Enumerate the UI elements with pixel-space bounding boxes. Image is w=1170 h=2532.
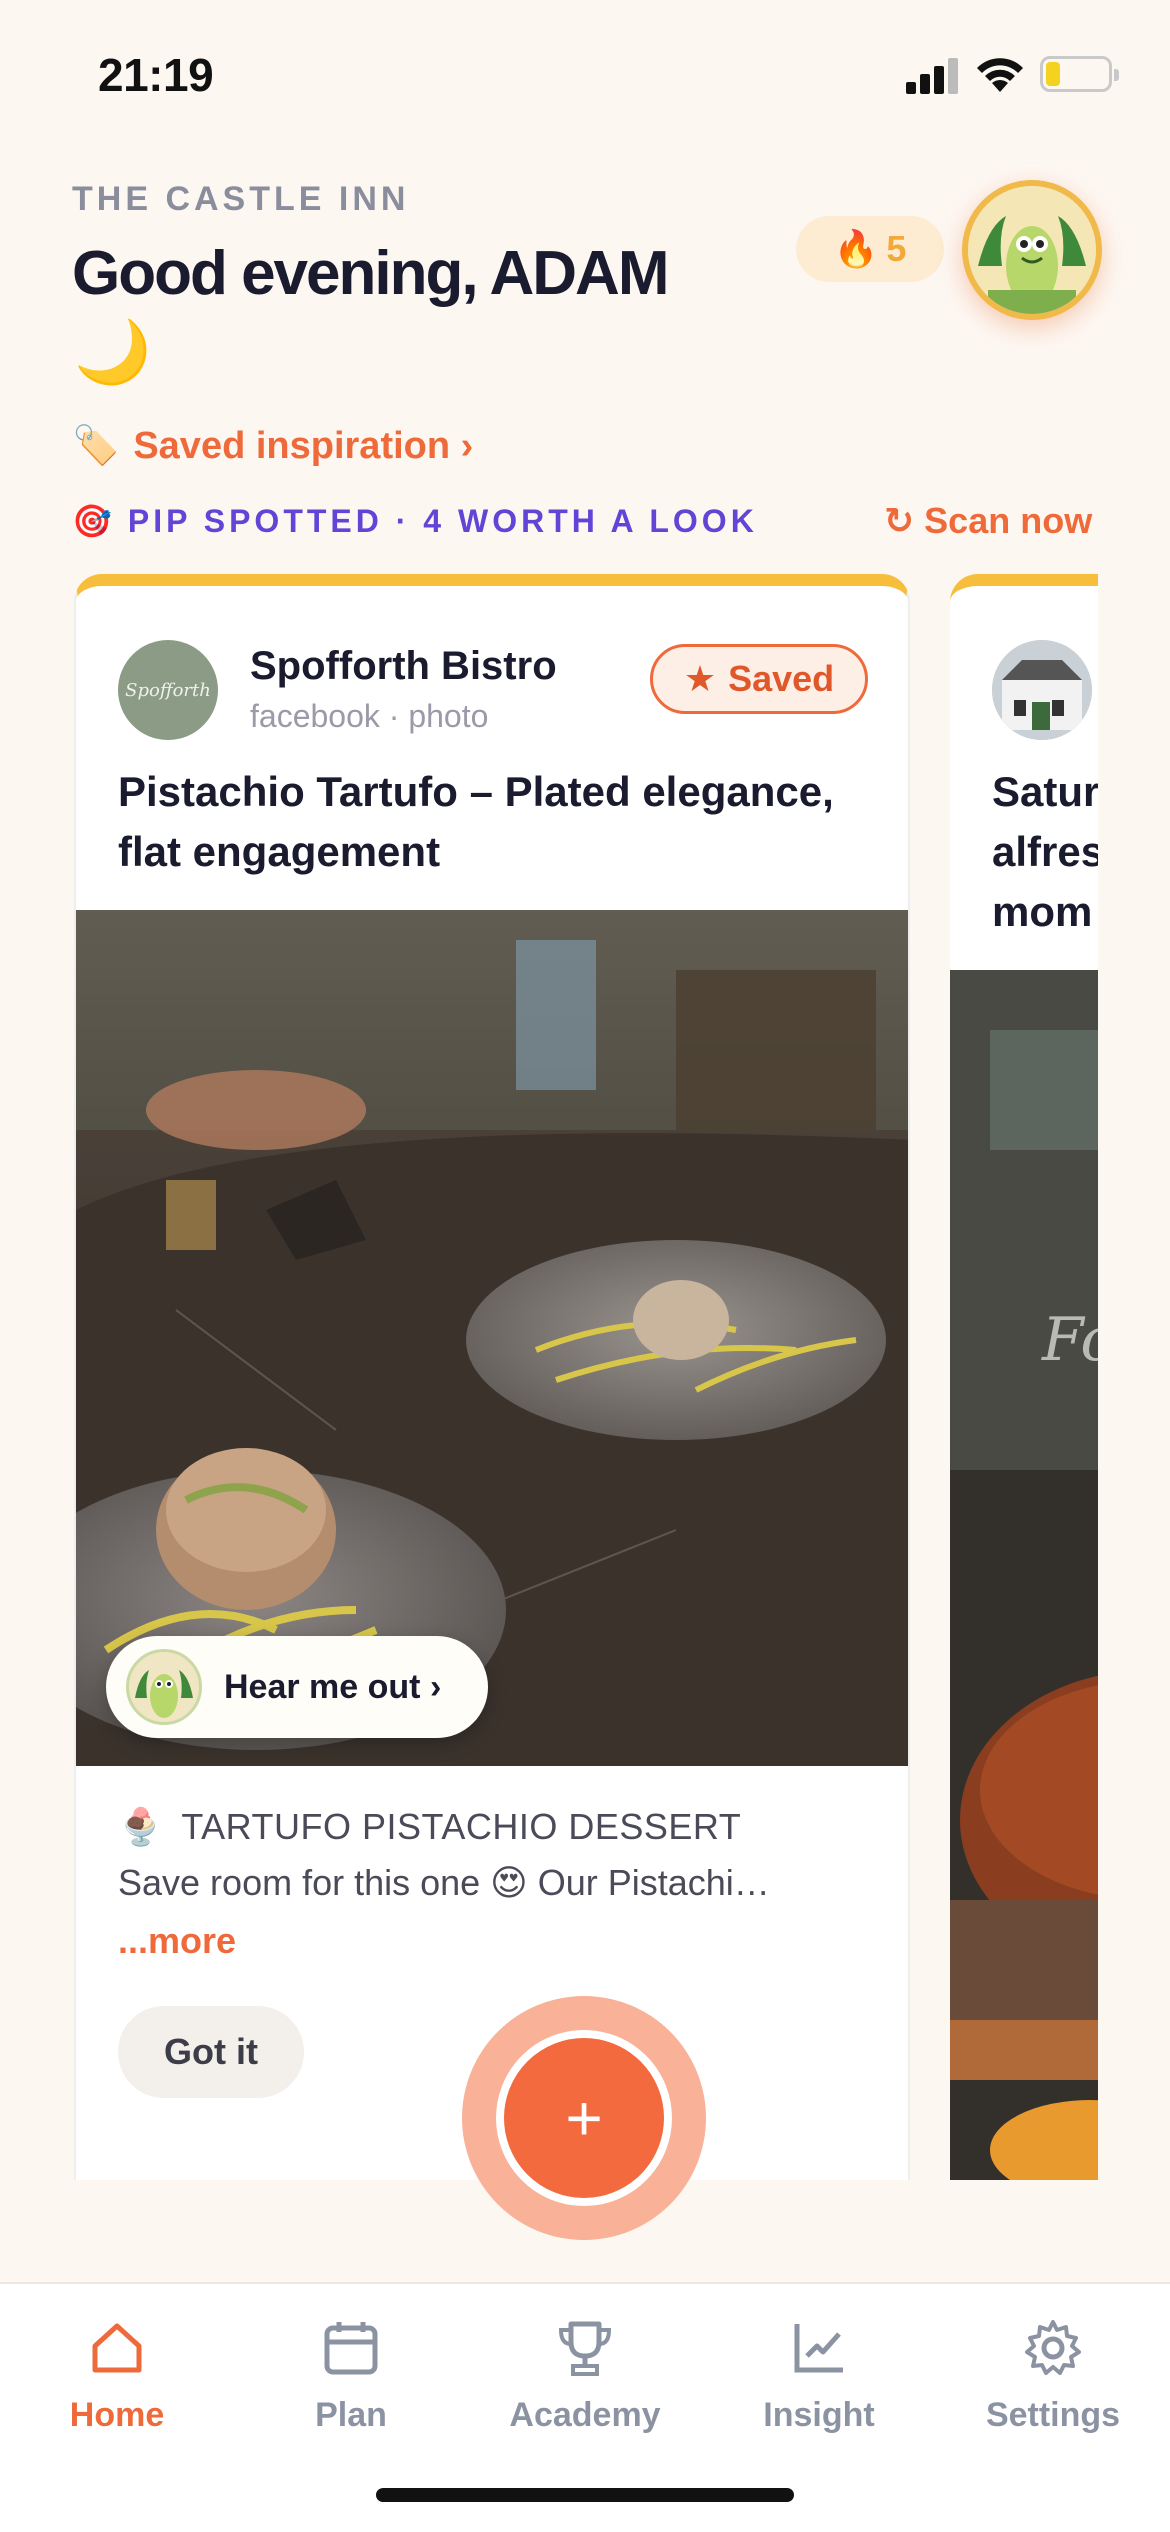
add-button[interactable]: + xyxy=(496,2030,672,2206)
signal-icon xyxy=(906,58,958,94)
tab-settings-label: Settings xyxy=(985,2396,1121,2434)
pip-spotted-heading: 🎯 PIP SPOTTED · 4 WORTH A LOOK xyxy=(72,502,758,540)
scan-now-button[interactable]: ↻ Scan now xyxy=(884,500,1092,542)
gear-icon xyxy=(1025,2320,1081,2375)
trophy-icon xyxy=(558,2321,612,2376)
streak-count: 5 xyxy=(886,228,907,269)
venue-logo-next xyxy=(992,640,1092,740)
home-icon xyxy=(92,2323,142,2373)
venue-name: THE CASTLE INN xyxy=(72,180,410,218)
mascot-avatar[interactable] xyxy=(962,180,1102,320)
venue-logo: Spofforth xyxy=(118,640,218,740)
moon-icon: 🌙 xyxy=(74,318,152,387)
tab-plan-label: Plan xyxy=(315,2396,387,2434)
saved-inspiration-link[interactable]: 🏷️ Saved inspiration › xyxy=(72,424,473,468)
status-time: 21:19 xyxy=(98,49,214,101)
battery-icon xyxy=(1040,56,1119,92)
scan-now-label: Scan now xyxy=(924,500,1093,541)
tab-home-label: Home xyxy=(69,2396,165,2434)
saved-inspiration-label: Saved inspiration › xyxy=(133,424,474,467)
got-it-button[interactable]: Got it xyxy=(118,2006,304,2098)
wifi-icon xyxy=(977,58,1023,92)
tab-academy-label: Academy xyxy=(509,2396,661,2434)
tab-settings[interactable]: Settings xyxy=(936,2318,1170,2435)
mascot-small-icon xyxy=(126,1649,202,1725)
tab-insight-label: Insight xyxy=(763,2396,875,2434)
tab-home[interactable]: Home xyxy=(0,2318,234,2435)
post-body: Save room for this one 😍 Our Pistachi… xyxy=(118,1862,770,1903)
home-indicator xyxy=(376,2488,794,2502)
card-source: facebook · photo xyxy=(250,698,489,734)
tab-academy[interactable]: Academy xyxy=(468,2318,702,2435)
streak-badge[interactable]: 🔥 5 xyxy=(796,216,944,282)
pip-spotted-label: PIP SPOTTED · 4 WORTH A LOOK xyxy=(127,502,758,539)
post-heading: 🍨 TARTUFO PISTACHIO DESSERT xyxy=(118,1806,741,1848)
chart-icon xyxy=(794,2324,843,2373)
inspiration-card[interactable]: Spofforth Spofforth Bistro facebook · ph… xyxy=(74,574,910,2180)
refresh-icon: ↻ xyxy=(884,500,915,541)
mascot-icon xyxy=(968,186,1096,314)
saved-label: Saved xyxy=(728,658,835,699)
tab-insight[interactable]: Insight xyxy=(702,2318,936,2435)
dessert-icon: 🍨 xyxy=(118,1806,164,1847)
fire-icon: 🔥 xyxy=(833,228,879,269)
post-heading-text: TARTUFO PISTACHIO DESSERT xyxy=(181,1806,742,1847)
hear-me-out-button[interactable]: Hear me out › xyxy=(106,1636,488,1738)
card-title: Pistachio Tartufo – Plated elegance, fla… xyxy=(118,768,834,875)
star-icon: ★ xyxy=(683,658,717,699)
saved-button[interactable]: ★ Saved xyxy=(650,644,868,714)
dessert-photo: Hear me out › xyxy=(76,910,908,1766)
calendar-icon xyxy=(324,2322,378,2375)
target-icon: 🎯 xyxy=(72,503,112,539)
carousel-edge xyxy=(1098,560,1170,2200)
card-venue-name: Spofforth Bistro xyxy=(250,644,557,688)
hear-me-out-label: Hear me out › xyxy=(224,1667,442,1706)
more-link[interactable]: ...more xyxy=(118,1920,236,1962)
greeting-title: Good evening, ADAM xyxy=(72,239,669,308)
tab-plan[interactable]: Plan xyxy=(234,2318,468,2435)
tag-icon: 🏷️ xyxy=(72,425,120,467)
status-bar: 21:19 xyxy=(0,0,1170,150)
card-title-next: Satur alfres mom xyxy=(992,768,1105,935)
